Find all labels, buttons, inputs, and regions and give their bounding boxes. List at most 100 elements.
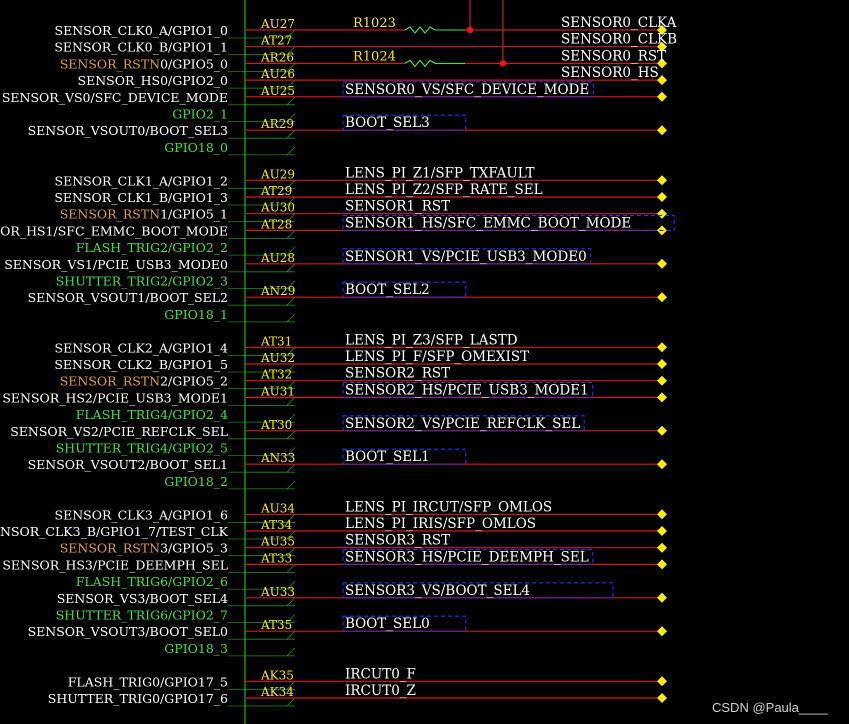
pin-name-part: FLASH_TRIG0/GPIO17_5 [68,674,228,689]
pin-name: SENSOR_VSOUT3/BOOT_SEL0 [28,624,228,639]
pin-name: SENSOR_RSTN1/GPIO5_1 [60,207,228,222]
port-marker [657,342,667,353]
net-label: SENSOR0_CLKB [561,32,677,48]
pin-name: GPIO18_1 [164,307,228,322]
net-label: BOOT_SEL3 [345,115,430,131]
net-label: LENS_PI_Z1/SFP_TXFAULT [345,165,535,181]
port-marker [657,509,667,520]
pin-number: AR26 [260,50,294,64]
port-marker [657,192,667,202]
pin-name-part: SENSOR_CLK1_A/GPIO1_2 [55,173,228,188]
port-marker [657,626,667,637]
pin-name-part: SENSOR_CLK1_B/GPIO1_3 [54,190,228,205]
port-marker [657,91,667,102]
pin-number: AN29 [260,284,295,298]
net-label: SENSOR1_HS/SFC_EMMC_BOOT_MODE [345,215,631,231]
pin-name-part: SENSOR_VS0/SFC_DEVICE_MODE [2,90,228,105]
pin-name: SENSOR_VS1/PCIE_USB3_MODE0 [4,257,228,272]
net-label: SENSOR1_VS/PCIE_USB3_MODE0 [345,249,587,265]
pin-name-part: SENSOR_HS3/PCIE_DEEMPH_SEL [2,557,228,572]
pin-name: GPIO2_1 [172,107,228,122]
pin-name: SENSOR_VSOUT1/BOOT_SEL2 [28,290,228,305]
pin-name-part: SENSOR_VSOUT1/BOOT_SEL2 [28,290,228,305]
pin-tick [286,597,296,607]
port-marker [657,208,667,219]
pin-name: SENSOR_RSTN0/GPIO5_0 [60,56,228,71]
pin-tick [286,230,296,239]
pin-name-part: SENSOR_CLK3_B/GPIO1_7/TEST_CLK [0,524,229,539]
pin-name: FLASH_TRIG4/GPIO2_4 [76,407,228,422]
pin-tick [286,296,296,306]
pin-tick [286,146,296,156]
pin-number: AU27 [260,17,295,31]
resistor-symbol [404,26,436,34]
pin-name-part: FLASH_TRIG2/GPIO2_2 [76,240,228,255]
pin-name: SENSOR_HS1/SFC_EMMC_BOOT_MODE [0,223,228,238]
pin-name-part: GPIO2_1 [172,107,228,122]
net-label: SENSOR1_RST [345,199,450,215]
port-marker [657,292,667,303]
pin-number: AN33 [260,451,295,465]
port-marker [657,542,667,553]
pin-name-part: SHUTTER_TRIG2/GPIO2_3 [56,274,228,289]
net-label: SENSOR0_RST [561,48,666,64]
pin-tick [286,630,296,640]
net-label: SENSOR3_VS/BOOT_SEL4 [345,583,530,599]
net-label: LENS_PI_Z3/SFP_LASTD [345,332,518,348]
pin-name-part: SENSOR_RSTN [60,207,160,222]
pin-number: AT34 [260,518,293,532]
pin-name-part: 3/GPIO5_3 [160,541,228,556]
net-label: SENSOR0_VS/SFC_DEVICE_MODE [345,82,589,98]
pin-number: AT32 [260,368,292,382]
pin-name-part: SHUTTER_TRIG0/GPIO17_6 [48,691,228,706]
pin-tick [286,480,296,490]
pin-name: SENSOR_VS2/PCIE_REFCLK_SEL [10,424,228,439]
pin-number: AR29 [260,117,294,131]
pin-number: AT33 [260,551,292,565]
pin-tick [286,313,296,323]
pin-name: SENSOR_CLK3_B/GPIO1_7/TEST_CLK [0,524,229,539]
pin-name: SENSOR_CLK1_A/GPIO1_2 [55,173,228,188]
pin-number: AT30 [260,418,292,432]
net-label: BOOT_SEL0 [345,616,430,632]
pin-name: FLASH_TRIG2/GPIO2_2 [76,240,228,255]
pin-number: AT29 [260,184,292,198]
pin-number: AU34 [260,501,295,515]
pin-name: SENSOR_VS0/SFC_DEVICE_MODE [2,90,228,105]
pin-name: FLASH_TRIG6/GPIO2_6 [76,574,228,589]
pin-number: AU28 [260,251,295,265]
pin-name-part: SENSOR_CLK0_B/GPIO1_1 [54,40,228,55]
net-label: LENS_PI_Z2/SFP_RATE_SEL [345,182,543,198]
pin-name: SENSOR_CLK2_B/GPIO1_5 [54,357,228,372]
pin-name: SHUTTER_TRIG4/GPIO2_5 [56,441,228,456]
pin-name-part: SENSOR_HS1/SFC_EMMC_BOOT_MODE [0,223,228,238]
pin-tick [286,96,296,106]
pin-name: SHUTTER_TRIG6/GPIO2_7 [56,608,228,623]
pin-name: FLASH_TRIG0/GPIO17_5 [68,674,228,689]
pin-name-part: SENSOR_RSTN [60,374,160,389]
pin-name-part: SENSOR_RSTN [60,56,160,71]
pin-number: AU30 [260,201,295,215]
net-label: SENSOR0_HS [561,65,659,81]
net-label: SENSOR2_VS/PCIE_REFCLK_SEL [345,416,580,432]
net-label: BOOT_SEL2 [345,282,430,298]
pin-name: SENSOR_VS3/BOOT_SEL4 [57,591,228,606]
pin-name-part: SHUTTER_TRIG4/GPIO2_5 [56,441,228,456]
net-label: BOOT_SEL1 [345,449,430,465]
port-marker [657,676,667,687]
resistor-ref: R1023 [353,16,396,31]
port-marker [657,459,667,470]
pin-number: AU32 [260,351,295,365]
pin-name: GPIO18_2 [164,474,228,489]
pin-number: AK35 [260,668,294,682]
junction-dot [466,26,474,34]
pin-name-part: FLASH_TRIG4/GPIO2_4 [76,407,228,422]
pin-name: SENSOR_CLK0_B/GPIO1_1 [54,40,228,55]
pin-number: AU33 [260,585,295,599]
pin-name-part: SHUTTER_TRIG6/GPIO2_7 [56,608,228,623]
pin-name: SENSOR_CLK2_A/GPIO1_4 [55,340,229,355]
pin-name: SENSOR_VSOUT0/BOOT_SEL3 [28,123,228,138]
pin-name: GPIO18_0 [164,140,228,155]
pin-number: AU29 [260,167,295,181]
pin-name-part: GPIO18_3 [164,641,228,656]
